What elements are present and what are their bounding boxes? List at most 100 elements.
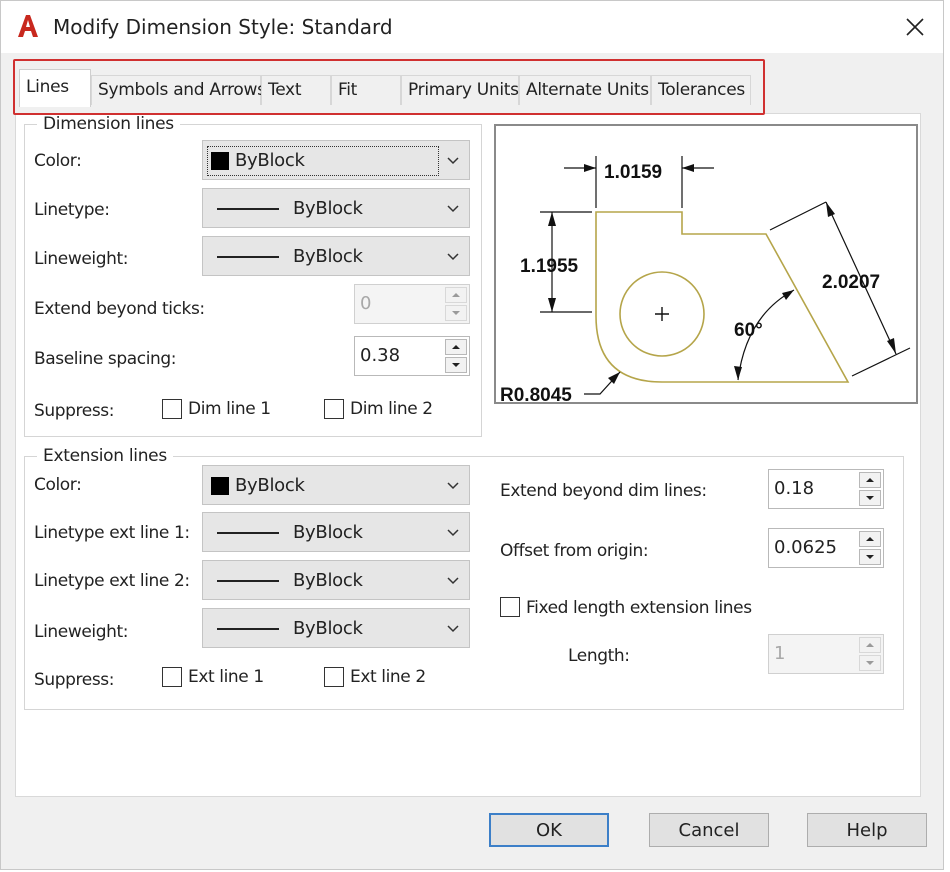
ext-lineweight-label: Lineweight:: [34, 622, 129, 642]
ext-line-2-checkbox[interactable]: [324, 667, 344, 687]
extend-ticks-spinner[interactable]: 0: [354, 284, 470, 324]
chevron-down-icon: [447, 205, 459, 213]
center-mark: [655, 307, 669, 321]
tab-text[interactable]: Text: [261, 75, 331, 105]
spin-down-icon: [866, 496, 874, 500]
color-swatch: [211, 477, 229, 495]
select-value: ByBlock: [293, 246, 363, 267]
line-sample: [217, 628, 279, 630]
dim-angle-text: 60°: [734, 320, 763, 341]
spin-down-icon: [866, 555, 874, 559]
close-icon: [906, 18, 924, 36]
tab-alternate-units[interactable]: Alternate Units: [519, 75, 651, 105]
cancel-button[interactable]: Cancel: [649, 813, 769, 847]
ok-button[interactable]: OK: [489, 813, 609, 847]
tab-fit[interactable]: Fit: [331, 75, 401, 105]
dim-color-select[interactable]: ByBlock: [202, 140, 470, 180]
baseline-spacing-spinner[interactable]: 0.38: [354, 336, 470, 376]
autocad-icon: [18, 15, 38, 37]
spin-down-icon: [452, 363, 460, 367]
spin-up-icon: [866, 478, 874, 482]
color-swatch: [211, 152, 229, 170]
ext-suppress-label: Suppress:: [34, 670, 115, 690]
spinner-arrows: [445, 339, 467, 373]
dim-left-text: 1.1955: [520, 256, 579, 277]
baseline-spacing-label: Baseline spacing:: [34, 349, 177, 369]
extend-ticks-label: Extend beyond ticks:: [34, 299, 205, 319]
spin-down-button[interactable]: [859, 655, 881, 671]
offset-origin-label: Offset from origin:: [500, 541, 649, 561]
dim-linetype-label: Linetype:: [34, 200, 110, 220]
ext-linetype2-label: Linetype ext line 2:: [34, 571, 190, 591]
extend-beyond-spinner[interactable]: 0.18: [768, 469, 884, 509]
spin-up-button[interactable]: [859, 637, 881, 653]
spinner-value: 0.18: [774, 478, 815, 499]
dim-line-2-checkbox[interactable]: [324, 399, 344, 419]
dim-top-text: 1.0159: [604, 162, 662, 183]
tab-tolerances[interactable]: Tolerances: [651, 75, 751, 105]
tab-strip: Lines Symbols and Arrows Text Fit Primar…: [13, 59, 765, 115]
dim-lineweight-select[interactable]: ByBlock: [202, 236, 470, 276]
ext-line-1-checkbox[interactable]: [162, 667, 182, 687]
help-button[interactable]: Help: [807, 813, 927, 847]
tab-symbols-arrows[interactable]: Symbols and Arrows: [91, 75, 266, 105]
dim-line-1-checkbox[interactable]: [162, 399, 182, 419]
spinner-arrows: [859, 531, 881, 565]
spin-up-button[interactable]: [859, 531, 881, 547]
dim-radius-arrow: [608, 372, 620, 384]
dim-linetype-select[interactable]: ByBlock: [202, 188, 470, 228]
close-button[interactable]: [897, 9, 933, 45]
ext-color-label: Color:: [34, 475, 82, 495]
ext-linetype1-label: Linetype ext line 1:: [34, 523, 190, 543]
chevron-down-icon: [447, 529, 459, 537]
spin-up-button[interactable]: [445, 287, 467, 303]
tab-panel-lines: Dimension lines Color: ByBlock Linetype:…: [15, 113, 921, 797]
spin-down-button[interactable]: [445, 305, 467, 321]
dim-line-1-label: Dim line 1: [188, 399, 271, 419]
ext-linetype1-select[interactable]: ByBlock: [202, 512, 470, 552]
spinner-value: 1: [774, 643, 786, 664]
tab-lines[interactable]: Lines: [19, 69, 91, 107]
dim-suppress-label: Suppress:: [34, 401, 115, 421]
select-value: ByBlock: [293, 198, 363, 219]
spin-up-icon: [866, 537, 874, 541]
spin-down-icon: [866, 661, 874, 665]
dim-line-2-label: Dim line 2: [350, 399, 433, 419]
chevron-down-icon: [447, 577, 459, 585]
select-value: ByBlock: [293, 570, 363, 591]
dim-radius-text: R0.8045: [500, 385, 572, 402]
spin-up-icon: [866, 643, 874, 647]
dim-right-text: 2.0207: [822, 272, 880, 293]
preview-drawing: 1.0159 1.1955 2.0207 60° R0.8045: [500, 156, 911, 406]
window-title: Modify Dimension Style: Standard: [53, 15, 393, 39]
line-sample: [217, 208, 279, 210]
spin-down-button[interactable]: [859, 490, 881, 506]
line-sample: [217, 580, 279, 582]
length-spinner[interactable]: 1: [768, 634, 884, 674]
ext-line-1-label: Ext line 1: [188, 667, 264, 687]
extend-beyond-label: Extend beyond dim lines:: [500, 481, 707, 501]
title-bar: Modify Dimension Style: Standard: [1, 1, 943, 53]
select-value: ByBlock: [293, 522, 363, 543]
part-outline: [595, 211, 850, 383]
chevron-down-icon: [447, 625, 459, 633]
line-sample: [217, 532, 279, 534]
ext-linetype2-select[interactable]: ByBlock: [202, 560, 470, 600]
chevron-down-icon: [447, 253, 459, 261]
spin-down-button[interactable]: [859, 549, 881, 565]
group-title: Extension lines: [37, 446, 173, 466]
spin-down-icon: [452, 311, 460, 315]
offset-origin-spinner[interactable]: 0.0625: [768, 528, 884, 568]
spin-up-button[interactable]: [445, 339, 467, 355]
tab-primary-units[interactable]: Primary Units: [401, 75, 519, 105]
line-sample: [217, 256, 279, 258]
spinner-arrows: [859, 637, 881, 671]
ext-lineweight-select[interactable]: ByBlock: [202, 608, 470, 648]
fixed-length-checkbox[interactable]: [500, 597, 520, 617]
dim-color-label: Color:: [34, 151, 82, 171]
ext-color-select[interactable]: ByBlock: [202, 465, 470, 505]
spinner-arrows: [859, 472, 881, 506]
spin-down-button[interactable]: [445, 357, 467, 373]
fixed-length-label: Fixed length extension lines: [526, 598, 752, 618]
spin-up-button[interactable]: [859, 472, 881, 488]
